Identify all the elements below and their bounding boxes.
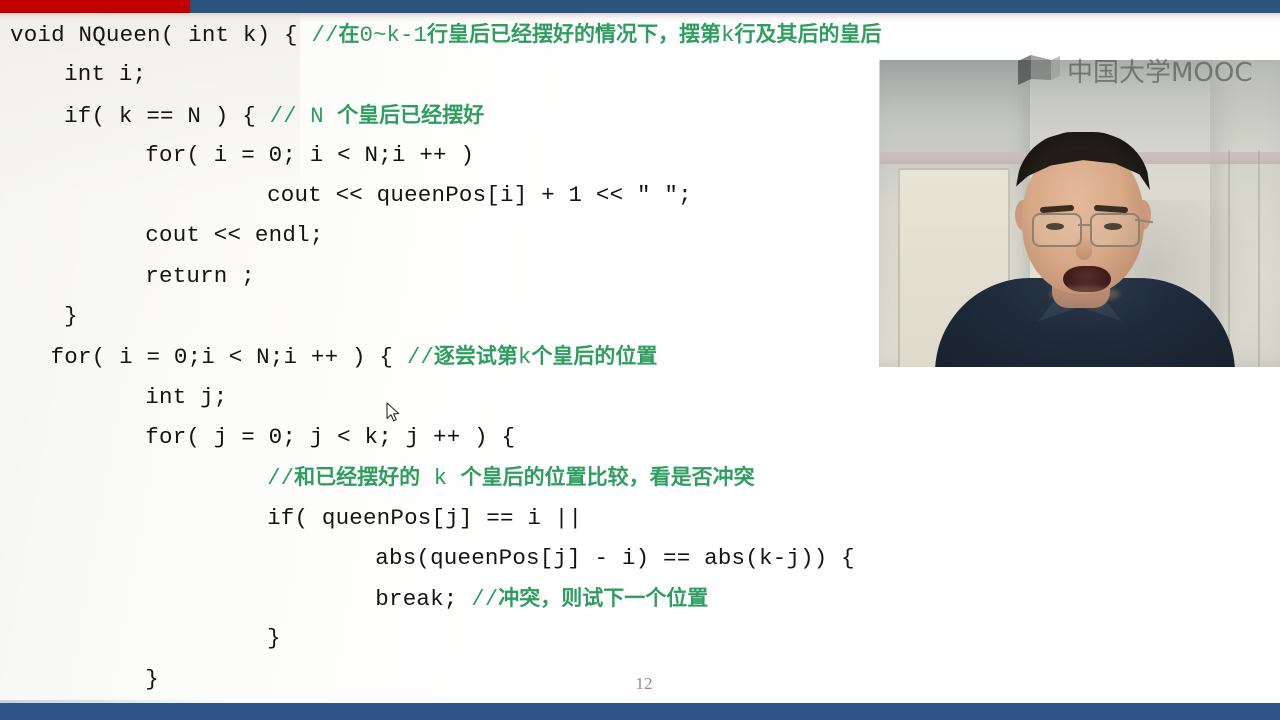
- mouse-arrow-pointer-icon: [386, 402, 402, 424]
- code-text: for( i = 0;i < N;i ++ ) {: [50, 344, 407, 371]
- code-text: for( i = 0; i < N;i ++ ): [145, 141, 475, 168]
- code-comment: //逐尝试第k个皇后的位置: [406, 344, 658, 371]
- code-text: if( k == N ) {: [64, 102, 270, 129]
- code-text: abs(queenPos[j] - i) == abs(k-j)) {: [375, 544, 855, 571]
- code-text: cout << queenPos[i] + 1 << " ";: [267, 182, 692, 209]
- code-text: if( queenPos[j] == i ||: [267, 504, 583, 531]
- code-text: }: [145, 665, 159, 692]
- code-comment: //在0~k-1行皇后已经摆好的情况下，摆第k行及其后的皇后: [311, 22, 882, 48]
- code-line: for( j = 0; j < k; j ++ ) {: [0, 417, 1180, 457]
- code-comment: //和已经摆好的 k 个皇后的位置比较，看是否冲突: [267, 465, 755, 492]
- webcam-person-glasses-bridge: [1078, 224, 1090, 226]
- ribbon-red-segment: [0, 0, 190, 13]
- code-line: //和已经摆好的 k 个皇后的位置比较，看是否冲突: [0, 457, 1180, 497]
- code-text: int j;: [145, 383, 228, 410]
- webcam-video-overlay[interactable]: [880, 60, 1280, 367]
- code-line: break; //冲突，则试下一个位置: [0, 578, 1180, 618]
- mooc-watermark-text: 中国大学MOOC: [1067, 57, 1253, 88]
- webcam-person-glasses-left-lens: [1032, 213, 1082, 247]
- code-text: for( j = 0; j < k; j ++ ) {: [145, 423, 516, 450]
- code-line: if( queenPos[j] == i ||: [0, 498, 1180, 538]
- ribbon-blue-segment: [190, 0, 1280, 13]
- webcam-person-chin: [1050, 286, 1120, 302]
- code-text: int i;: [64, 61, 147, 88]
- code-line: }: [0, 618, 1180, 658]
- code-comment: // N 个皇后已经摆好: [269, 102, 485, 129]
- mooc-cube-logo-icon: [1018, 55, 1060, 85]
- code-text: break;: [375, 586, 472, 613]
- code-line: void NQueen( int k) { //在0~k-1行皇后已经摆好的情况…: [0, 14, 1180, 54]
- slide-bottom-ribbon: [0, 703, 1280, 720]
- slide-page-number: 12: [635, 674, 653, 693]
- screen-recording-stage: void NQueen( int k) { //在0~k-1行皇后已经摆好的情况…: [0, 0, 1280, 720]
- code-text: return ;: [145, 262, 255, 289]
- code-text: }: [267, 625, 281, 652]
- code-text: cout << endl;: [145, 222, 324, 249]
- code-comment: //冲突，则试下一个位置: [471, 586, 709, 613]
- code-line: abs(queenPos[j] - i) == abs(k-j)) {: [0, 538, 1180, 578]
- webcam-person-nose: [1076, 236, 1092, 260]
- code-text: }: [64, 303, 78, 330]
- code-line: int j;: [0, 377, 1180, 417]
- mooc-watermark: 中国大学MOOC: [1018, 52, 1253, 88]
- code-text: void NQueen( int k) {: [10, 22, 312, 48]
- slide-top-ribbon: [0, 0, 1280, 13]
- code-line: }: [0, 659, 1180, 699]
- webcam-person-glasses-right-lens: [1090, 213, 1140, 247]
